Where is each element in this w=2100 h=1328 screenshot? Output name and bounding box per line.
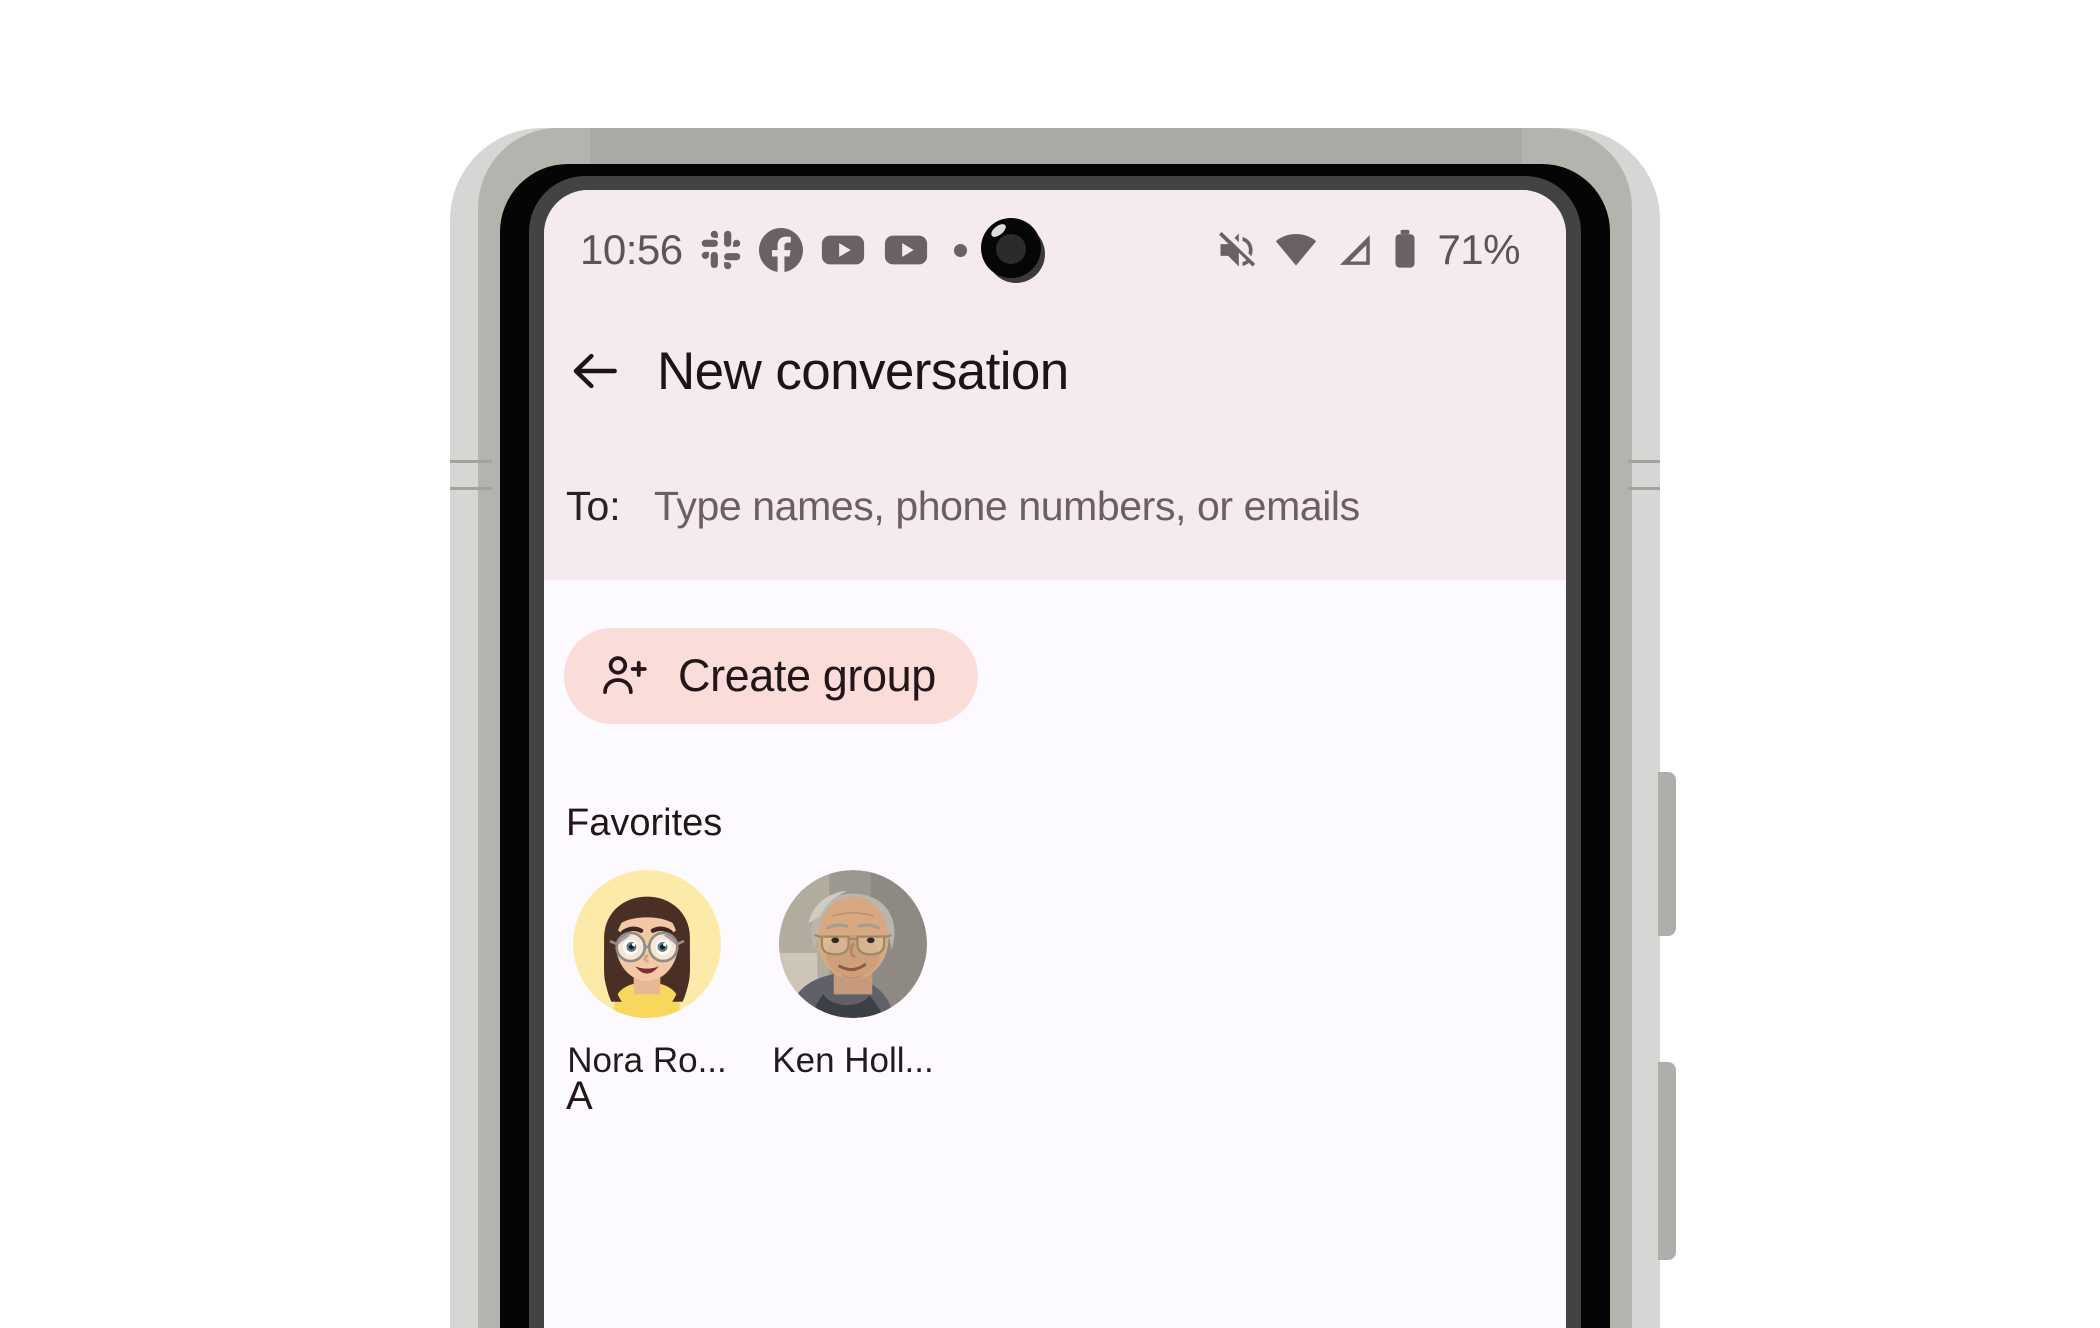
status-bar-left: 10:56	[580, 226, 967, 274]
frame-seam	[450, 460, 492, 463]
cellular-signal-icon	[1333, 229, 1375, 271]
favorites-list: Nora Ro... Ken Holl...	[562, 870, 938, 1081]
youtube-icon-2	[883, 227, 929, 273]
content-area: Create group Favorites Nora Ro... Ken Ho…	[544, 580, 1566, 1328]
frame-seam	[1628, 487, 1660, 490]
create-group-label: Create group	[678, 650, 936, 701]
battery-percent-label: 71%	[1437, 226, 1520, 273]
recipient-row: To:	[544, 432, 1566, 580]
favorite-contact-ken[interactable]: Ken Holl...	[768, 870, 938, 1081]
phone-frame: 10:56 71% New conversation To: Type name…	[450, 128, 1660, 1328]
power-button[interactable]	[1658, 772, 1676, 936]
person-add-icon	[600, 650, 650, 703]
volume-muted-icon	[1215, 228, 1259, 272]
recipient-label: To:	[566, 482, 621, 529]
status-bar-right: 71%	[1215, 226, 1520, 274]
page-title: New conversation	[657, 341, 1069, 401]
overflow-dot-icon	[953, 243, 967, 257]
favorite-contact-nora[interactable]: Nora Ro...	[562, 870, 732, 1081]
recipient-input[interactable]	[654, 482, 1566, 530]
favorite-contact-name: Ken Holl...	[772, 1041, 934, 1080]
alpha-section-header: A	[566, 1074, 593, 1118]
volume-button[interactable]	[1658, 1062, 1676, 1260]
front-camera-icon	[981, 218, 1045, 283]
create-group-button[interactable]: Create group	[564, 628, 978, 724]
favorites-section-header: Favorites	[566, 802, 723, 844]
slack-icon	[700, 229, 742, 271]
status-clock: 10:56	[580, 226, 683, 273]
back-arrow-icon	[573, 353, 617, 389]
app-bar: New conversation	[544, 310, 1566, 432]
avatar-ken	[779, 870, 927, 1018]
phone-screen: 10:56 71% New conversation To: Type name…	[544, 190, 1566, 1328]
youtube-icon	[820, 227, 866, 273]
status-bar: 10:56 71%	[544, 190, 1566, 310]
frame-seam	[1628, 460, 1660, 463]
back-button[interactable]	[565, 340, 627, 402]
wifi-icon	[1274, 228, 1318, 272]
battery-icon	[1390, 228, 1420, 272]
avatar-nora	[573, 870, 721, 1018]
facebook-icon	[758, 228, 803, 272]
frame-seam	[450, 487, 492, 490]
